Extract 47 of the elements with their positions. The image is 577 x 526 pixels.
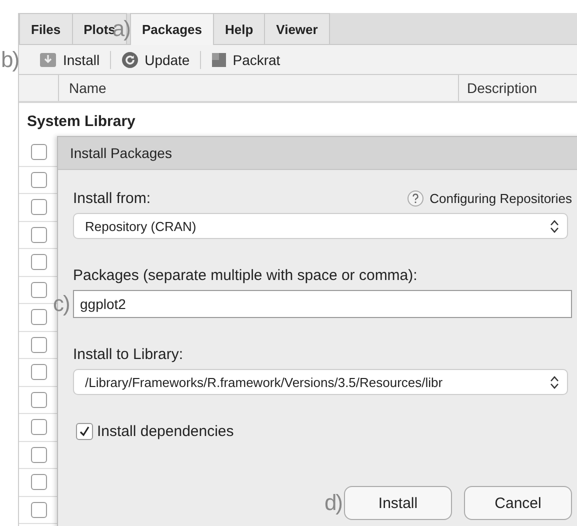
field-label: Install to Library: [73, 346, 184, 363]
checkbox[interactable] [30, 336, 46, 353]
checkbox[interactable] [30, 446, 46, 463]
library-dropdown[interactable]: /Library/Frameworks/R.framework/Versions/3.5/Resources/libr [73, 369, 568, 395]
dialog-title: Install Packages [58, 137, 577, 170]
checkbox[interactable] [30, 144, 46, 160]
dialog-button[interactable]: Cancel [464, 486, 572, 520]
checkbox[interactable] [30, 364, 46, 380]
install-icon [39, 52, 57, 68]
group-heading: System Library [26, 112, 136, 132]
toolbar-button[interactable]: Packrat [204, 52, 286, 68]
field-label: Packages (separate multiple with space or comma): [73, 267, 418, 284]
field-label: Install from: [73, 190, 151, 207]
dialog-button[interactable]: Install [344, 486, 452, 520]
packages-field[interactable]: ggplot2 [73, 290, 572, 318]
checkbox[interactable] [30, 392, 46, 408]
chevron-icon [550, 376, 559, 388]
refresh-icon [120, 50, 139, 68]
help-link[interactable]: Configuring Repositories [430, 191, 572, 206]
checkbox[interactable] [30, 282, 46, 298]
help-icon [406, 190, 424, 207]
tab[interactable]: Files [19, 13, 73, 44]
checkbox[interactable] [30, 199, 46, 216]
tab[interactable]: Viewer [264, 13, 330, 44]
annotation-label: d) [324, 490, 342, 516]
checkbox[interactable] [30, 419, 46, 436]
checkbox[interactable] [30, 474, 46, 490]
checkbox[interactable] [30, 226, 46, 243]
checkbox[interactable] [30, 172, 46, 188]
checkbox[interactable] [76, 423, 93, 440]
tab[interactable]: Help [212, 13, 266, 44]
checkbox[interactable] [30, 309, 46, 326]
chevron-icon [550, 220, 559, 232]
annotation-label: a) [112, 16, 130, 42]
checkbox-label: Install dependencies [97, 423, 234, 440]
column-header[interactable]: Description [458, 75, 577, 101]
checkbox[interactable] [30, 254, 46, 270]
source-dropdown[interactable]: Repository (CRAN) [73, 213, 568, 239]
column-header[interactable]: Name [59, 75, 458, 101]
tab[interactable]: Packages [130, 13, 214, 45]
annotation-label: c) [53, 291, 70, 317]
toolbar-button[interactable]: Update [114, 50, 196, 68]
annotation-label: b) [1, 47, 19, 73]
checkmark-icon [79, 426, 90, 437]
checkbox[interactable] [30, 502, 46, 518]
cube-icon [210, 52, 227, 68]
toolbar-button[interactable]: Install [33, 52, 106, 68]
